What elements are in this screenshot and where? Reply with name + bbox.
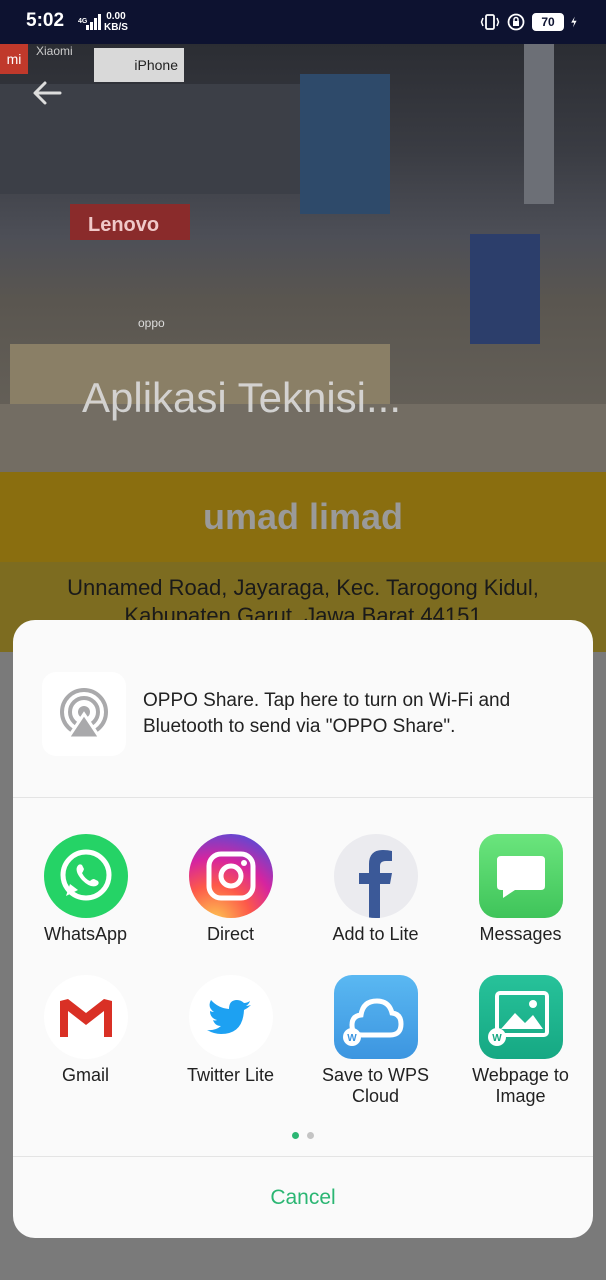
network-speed: 0.00 KB/S	[104, 11, 128, 33]
name-band: umad limad	[0, 472, 606, 562]
app-wps-cloud[interactable]: W Save to WPS Cloud	[303, 975, 448, 1107]
gmail-icon[interactable]	[43, 975, 128, 1059]
signal-icon	[86, 14, 101, 30]
profile-name: umad limad	[202, 496, 404, 537]
status-bar: 5:02 4G 0.00 KB/S 70	[0, 0, 606, 44]
charging-icon	[571, 16, 577, 28]
app-add-to-lite[interactable]: Add to Lite	[303, 834, 448, 945]
instagram-icon[interactable]	[188, 834, 273, 918]
speed-unit: KB/S	[104, 22, 128, 33]
store-chair	[470, 234, 540, 344]
app-twitter-lite[interactable]: Twitter Lite	[158, 975, 303, 1086]
app-label: WhatsApp	[43, 924, 128, 944]
facebook-lite-icon[interactable]	[333, 834, 418, 918]
header-image: mi Xiaomi iPhone Lenovo oppo Aplikasi Te…	[0, 44, 606, 472]
app-label: Add to Lite	[332, 924, 419, 944]
app-label: Save to WPS Cloud	[321, 1065, 430, 1106]
alarm-icon	[507, 13, 525, 31]
share-sheet: OPPO Share. Tap here to turn on Wi-Fi an…	[13, 620, 593, 1238]
page-indicator	[13, 1126, 593, 1139]
oppo-share-text: OPPO Share. Tap here to turn on Wi-Fi an…	[143, 690, 511, 737]
app-label: Gmail	[61, 1065, 109, 1085]
app-whatsapp[interactable]: WhatsApp	[13, 834, 158, 945]
mi-logo: mi	[0, 44, 28, 74]
dim-overlay	[0, 1238, 606, 1280]
page-dot-active	[291, 1132, 299, 1139]
app-label: Direct	[206, 924, 254, 944]
app-label: Messages	[479, 924, 562, 944]
status-time: 5:02	[26, 10, 65, 31]
oppo-sign: oppo	[138, 316, 165, 330]
svg-text:W: W	[492, 1033, 502, 1044]
page-title: Aplikasi Teknisi...	[82, 374, 402, 421]
oppo-share-icon[interactable]	[42, 672, 126, 756]
back-arrow-icon[interactable]	[32, 80, 62, 106]
app-direct[interactable]: Direct	[158, 834, 303, 945]
cancel-button[interactable]: Cancel	[13, 1157, 593, 1238]
app-label: Twitter Lite	[186, 1065, 275, 1085]
oppo-share-row[interactable]: OPPO Share. Tap here to turn on Wi-Fi an…	[13, 620, 593, 798]
cancel-row: Cancel	[13, 1156, 593, 1238]
app-webpage-to-image[interactable]: W Webpage to Image	[448, 975, 593, 1107]
wps-cloud-icon[interactable]: W	[333, 975, 418, 1059]
store-pole	[524, 44, 554, 204]
vibrate-icon	[480, 14, 500, 30]
poster	[300, 74, 390, 214]
svg-text:W: W	[347, 1033, 357, 1044]
page-dot	[307, 1132, 315, 1139]
status-icons: 70	[480, 12, 582, 32]
iphone-sign: iPhone	[94, 48, 184, 82]
twitter-icon[interactable]	[188, 975, 273, 1059]
whatsapp-icon[interactable]	[43, 834, 128, 918]
app-label: Webpage to Image	[472, 1065, 569, 1106]
app-messages[interactable]: Messages	[448, 834, 593, 945]
xiaomi-sign: Xiaomi	[36, 44, 73, 58]
battery-indicator: 70	[532, 13, 564, 31]
lenovo-sign: Lenovo	[88, 214, 160, 236]
messages-icon[interactable]	[478, 834, 563, 918]
webpage-to-image-icon[interactable]: W	[478, 975, 563, 1059]
app-gmail[interactable]: Gmail	[13, 975, 158, 1086]
speed-value: 0.00	[106, 11, 126, 22]
